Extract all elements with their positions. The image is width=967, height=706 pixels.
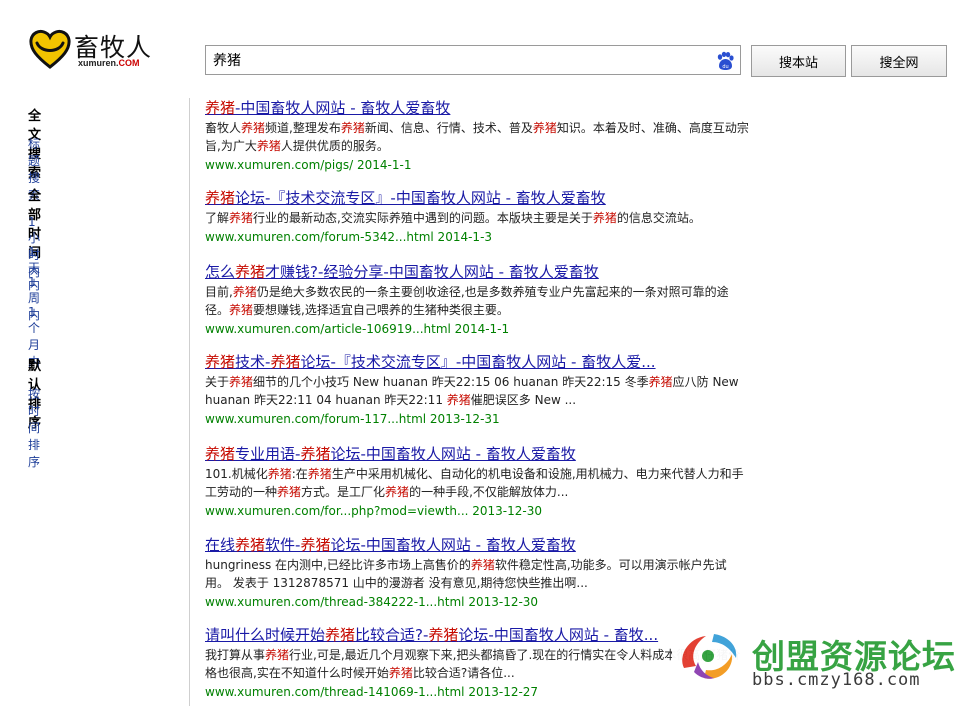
keyword-highlight: 养猪 (325, 626, 356, 644)
result-title-link[interactable]: 养猪论坛-『技术交流专区』-中国畜牧人网站 - 畜牧人爱畜牧 (205, 188, 753, 208)
result-url: www.xumuren.com/pigs/ 2014-1-1 (205, 158, 412, 172)
result-url: www.xumuren.com/article-106919...html 20… (205, 322, 510, 336)
result-title-link[interactable]: 养猪技术-养猪论坛-『技术交流专区』-中国畜牧人网站 - 畜牧人爱... (205, 352, 753, 372)
keyword-highlight: 养猪 (241, 121, 266, 135)
keyword-highlight: 养猪 (205, 99, 236, 117)
logo-domain-main: xumuren. (78, 58, 119, 68)
keyword-highlight: 养猪 (265, 648, 290, 662)
keyword-highlight: 养猪 (340, 121, 365, 135)
watermark-overlay: 创盟资源论坛 bbs.cmzy168.com (672, 618, 962, 703)
keyword-highlight: 养猪 (205, 189, 236, 207)
result-url: www.xumuren.com/thread-141069-1...html 2… (205, 685, 539, 699)
search-web-button[interactable]: 搜全网 (851, 45, 947, 77)
keyword-highlight: 养猪 (205, 353, 236, 371)
svg-text:du: du (722, 64, 728, 70)
result-snippet: 畜牧人养猪频道,整理发布养猪新闻、信息、行情、技术、普及养猪知识。本着及时、准确… (205, 121, 749, 153)
keyword-highlight: 养猪 (648, 375, 673, 389)
sidebar-link-sort-by-time[interactable]: 按时间排序 (28, 385, 41, 469)
result-url: www.xumuren.com/forum-5342...html 2014-1… (205, 230, 493, 244)
result-snippet: 了解养猪行业的最新动态,交流实际养殖中遇到的问题。本版块主要是关于养猪的信息交流… (205, 211, 701, 225)
logo-domain: xumuren.COM (78, 58, 140, 68)
keyword-highlight: 养猪 (205, 445, 236, 463)
keyword-highlight: 养猪 (235, 536, 266, 554)
watermark-swirl-logo-icon (682, 634, 737, 679)
result-item: 养猪论坛-『技术交流专区』-中国畜牧人网站 - 畜牧人爱畜牧 了解养猪行业的最新… (205, 188, 753, 246)
result-snippet: 101.机械化养猪:在养猪生产中采用机械化、自动化的机电设备和设施,用机械力、电… (205, 467, 744, 499)
keyword-highlight: 养猪 (277, 485, 302, 499)
result-url: www.xumuren.com/for...php?mod=viewth... … (205, 504, 542, 518)
keyword-highlight: 养猪 (235, 263, 266, 281)
result-item: 养猪专业用语-养猪论坛-中国畜牧人网站 - 畜牧人爱畜牧 101.机械化养猪:在… (205, 444, 753, 520)
keyword-highlight: 养猪 (428, 626, 459, 644)
search-site-button[interactable]: 搜本站 (751, 45, 846, 77)
watermark-url: bbs.cmzy168.com (752, 670, 921, 690)
keyword-highlight: 养猪 (256, 139, 281, 153)
baidu-paw-icon[interactable]: du (715, 51, 735, 71)
result-item: 养猪技术-养猪论坛-『技术交流专区』-中国畜牧人网站 - 畜牧人爱... 关于养… (205, 352, 753, 428)
keyword-highlight: 养猪 (307, 467, 332, 481)
result-title-link[interactable]: 请叫什么时候开始养猪比较合适?-养猪论坛-中国畜牧人网站 - 畜牧... (205, 625, 753, 645)
result-item: 养猪-中国畜牧人网站 - 畜牧人爱畜牧 畜牧人养猪频道,整理发布养猪新闻、信息、… (205, 98, 753, 174)
result-snippet: hungriness 在内测中,已经比许多市场上高售价的养猪软件稳定性高,功能多… (205, 558, 727, 590)
keyword-highlight: 养猪 (470, 558, 495, 572)
keyword-highlight: 养猪 (592, 211, 617, 225)
result-snippet: 关于养猪细节的几个小技巧 New huanan 昨天22:15 06 huana… (205, 375, 739, 407)
sidebar-link-title-search[interactable]: 标题搜索 (28, 135, 41, 202)
result-url: www.xumuren.com/forum-117...html 2013-12… (205, 412, 500, 426)
result-title-link[interactable]: 怎么养猪才赚钱?-经验分享-中国畜牧人网站 - 畜牧人爱畜牧 (205, 262, 753, 282)
result-snippet: 我打算从事养猪行业,可是,最近几个月观察下来,把头都搞昏了.现在的行情实在令人料… (205, 648, 741, 680)
keyword-highlight: 养猪 (300, 536, 331, 554)
column-divider (189, 98, 190, 706)
result-title-link[interactable]: 在线养猪软件-养猪论坛-中国畜牧人网站 - 畜牧人爱畜牧 (205, 535, 753, 555)
sidebar-heading-default-sort[interactable]: 默认排序 (28, 355, 41, 431)
keyword-highlight: 养猪 (229, 375, 254, 389)
result-snippet: 目前,养猪仍是绝大多数农民的一条主要创收途径,也是多数养殖专业户先富起来的一条对… (205, 285, 729, 317)
result-item: 在线养猪软件-养猪论坛-中国畜牧人网站 - 畜牧人爱畜牧 hungriness … (205, 535, 753, 611)
keyword-highlight: 养猪 (267, 467, 292, 481)
heart-logo-icon (29, 29, 71, 69)
keyword-highlight: 养猪 (229, 211, 254, 225)
sidebar-group-search-type: 全文搜索 标题搜索 (28, 105, 41, 202)
logo-domain-tld: COM (118, 58, 140, 68)
result-title-link[interactable]: 养猪-中国畜牧人网站 - 畜牧人爱畜牧 (205, 98, 753, 118)
keyword-highlight: 养猪 (532, 121, 557, 135)
sidebar-heading-all-time[interactable]: 全部时间 (28, 185, 41, 261)
keyword-highlight: 养猪 (385, 485, 410, 499)
search-box: du (205, 45, 741, 75)
result-item: 怎么养猪才赚钱?-经验分享-中国畜牧人网站 - 畜牧人爱畜牧 目前,养猪仍是绝大… (205, 262, 753, 338)
keyword-highlight: 养猪 (388, 666, 413, 680)
search-input[interactable] (206, 46, 713, 74)
sidebar-group-sort: 默认排序 按时间排序 (28, 355, 41, 469)
keyword-highlight: 养猪 (300, 445, 331, 463)
result-item: 请叫什么时候开始养猪比较合适?-养猪论坛-中国畜牧人网站 - 畜牧... 我打算… (205, 625, 753, 701)
sidebar-group-time: 全部时间 1小时内 1天内 1周内 1个月内 (28, 185, 41, 369)
sidebar-heading-fulltext[interactable]: 全文搜索 (28, 105, 41, 181)
keyword-highlight: 养猪 (270, 353, 301, 371)
keyword-highlight: 养猪 (232, 285, 257, 299)
site-logo[interactable]: 畜牧人 xumuren.COM (27, 25, 162, 73)
keyword-highlight: 养猪 (446, 393, 471, 407)
keyword-highlight: 养猪 (229, 303, 254, 317)
result-url: www.xumuren.com/thread-384222-1...html 2… (205, 595, 539, 609)
result-title-link[interactable]: 养猪专业用语-养猪论坛-中国畜牧人网站 - 畜牧人爱畜牧 (205, 444, 753, 464)
